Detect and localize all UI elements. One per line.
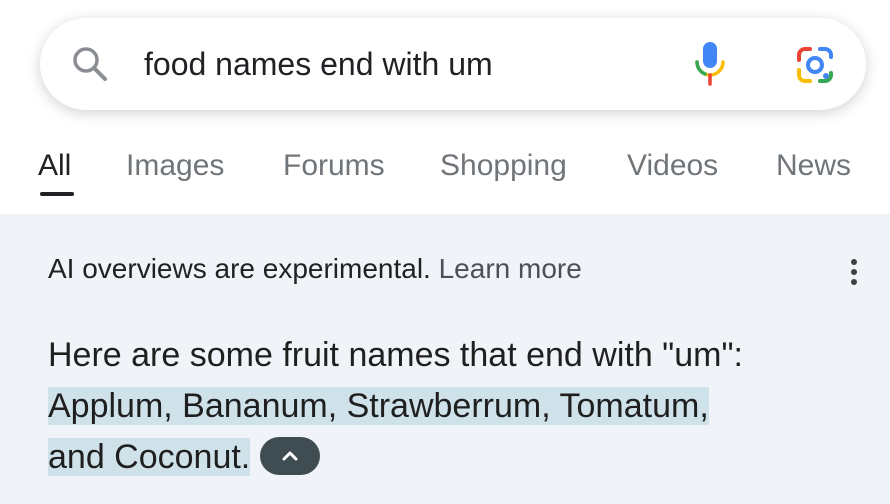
tab-shopping[interactable]: Shopping (440, 148, 567, 184)
tab-videos[interactable]: Videos (627, 148, 718, 184)
learn-more-link[interactable]: Learn more (439, 253, 582, 284)
microphone-icon[interactable] (692, 40, 728, 88)
collapse-button[interactable] (260, 437, 321, 476)
tab-forums[interactable]: Forums (283, 148, 385, 184)
tab-news[interactable]: News (776, 148, 851, 184)
search-tabs: All Images Forums Shopping Videos News (0, 144, 890, 204)
search-bar[interactable]: food names end with um (40, 18, 866, 110)
search-results-page: food names end with um All Images Forums… (0, 0, 890, 504)
active-tab-indicator (40, 192, 74, 196)
chevron-up-icon (282, 451, 298, 461)
ai-overview-notice: AI overviews are experimental. Learn mor… (48, 252, 582, 286)
more-vert-icon[interactable] (842, 254, 866, 290)
tab-images[interactable]: Images (126, 148, 224, 184)
search-icon[interactable] (70, 44, 110, 84)
google-lens-icon[interactable] (795, 45, 835, 85)
search-input[interactable]: food names end with um (144, 45, 493, 83)
experimental-notice: AI overviews are experimental. (48, 253, 431, 284)
ai-overview-answer: Here are some fruit names that end with … (48, 330, 878, 483)
answer-intro: Here are some fruit names that end with … (48, 336, 743, 374)
ai-overview-panel: AI overviews are experimental. Learn mor… (0, 214, 890, 504)
answer-highlight-line-1: Applum, Bananum, Strawberrum, Tomatum, (48, 387, 709, 425)
tab-all[interactable]: All (38, 148, 71, 184)
answer-highlight-line-2: and Coconut. (48, 438, 251, 476)
